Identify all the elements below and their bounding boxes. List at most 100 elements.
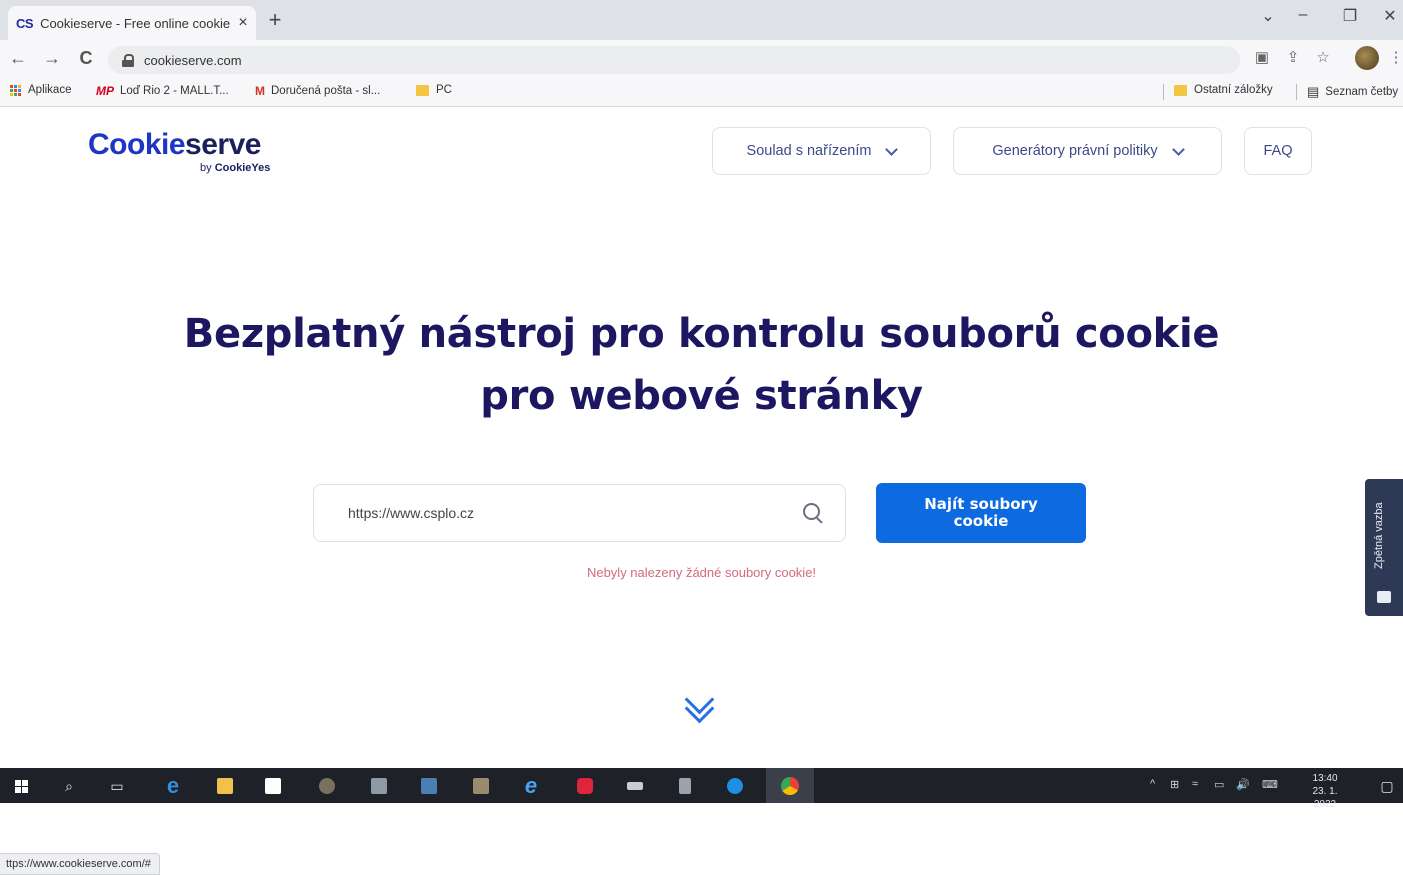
bookmark-other[interactable]: Ostatní záložky: [1174, 84, 1273, 96]
minimize-button[interactable]: –: [1288, 6, 1318, 24]
site-logo[interactable]: Cookieserve by CookieYes: [88, 129, 270, 175]
chrome-taskbar-icon[interactable]: [766, 768, 814, 803]
logo-by: by: [200, 162, 212, 174]
button-line-1: Najít soubory: [924, 495, 1038, 513]
feedback-tab[interactable]: Zpětná vazba: [1365, 479, 1403, 616]
bookmark-separator: [1163, 84, 1164, 100]
button-line-2: cookie: [953, 512, 1009, 530]
app-icon-5[interactable]: [624, 775, 646, 797]
app-icon-2[interactable]: [368, 775, 390, 797]
browser-tab-active[interactable]: CS Cookieserve - Free online cookie ×: [8, 6, 256, 40]
web-page: Cookieserve by CookieYes Soulad s naříze…: [0, 107, 1403, 875]
start-button[interactable]: [10, 775, 32, 797]
tray-battery-icon[interactable]: ▭: [1214, 778, 1224, 791]
url-search-box: [313, 484, 846, 542]
tab-close-icon[interactable]: ×: [230, 14, 256, 32]
notifications-icon[interactable]: ▢: [1376, 775, 1398, 797]
bookmark-label: Ostatní záložky: [1194, 84, 1273, 96]
logo-byline: by CookieYes: [200, 162, 270, 174]
windows-taskbar: ⌕ ▭ e e ^ ⊞ ≈ ▭ 🔊 ⌨ 13:40 23. 1. 2022 ▢: [0, 768, 1403, 810]
nav-compliance-dropdown[interactable]: Soulad s nařízením: [712, 127, 931, 175]
hero-heading: Bezplatný nástroj pro kontrolu souborů c…: [0, 303, 1403, 427]
clock-date: 23. 1. 2022: [1312, 786, 1338, 810]
feedback-icon: [1377, 591, 1391, 603]
feedback-label: Zpětná vazba: [1373, 502, 1385, 570]
bookmark-label: PC: [436, 84, 452, 96]
tray-wifi-icon[interactable]: ≈: [1192, 778, 1198, 790]
app-icon-6[interactable]: [674, 775, 696, 797]
bookmark-gmail[interactable]: M Doručená pošta - sl...: [255, 84, 380, 98]
menu-icon[interactable]: ⋮: [1385, 48, 1403, 66]
nav-policy-generators-dropdown[interactable]: Generátory právní politiky: [953, 127, 1222, 175]
bookmarks-bar: Aplikace MP Loď Rio 2 - MALL.T... M Doru…: [0, 78, 1403, 107]
bookmark-label: Aplikace: [28, 84, 72, 96]
bookmark-label: Loď Rio 2 - MALL.T...: [120, 85, 229, 97]
bookmark-star-icon[interactable]: ☆: [1312, 48, 1334, 66]
tray-overflow-icon[interactable]: ^: [1150, 778, 1155, 790]
address-url: cookieserve.com: [144, 52, 242, 68]
hero-line-1: Bezplatný nástroj pro kontrolu souborů c…: [183, 311, 1220, 357]
file-explorer-icon[interactable]: [214, 775, 236, 797]
bookmark-mall[interactable]: MP Loď Rio 2 - MALL.T...: [96, 84, 229, 98]
share-icon[interactable]: ⇪: [1282, 48, 1304, 66]
skype-icon[interactable]: [724, 775, 746, 797]
app-icon-4[interactable]: [470, 775, 492, 797]
tab-favicon-icon: CS: [16, 15, 34, 31]
scroll-down-chevron-icon[interactable]: [680, 684, 720, 729]
tray-network-icon[interactable]: ⊞: [1170, 778, 1179, 791]
store-icon[interactable]: [262, 775, 284, 797]
gmail-icon: M: [255, 84, 265, 98]
new-tab-button[interactable]: +: [262, 8, 288, 34]
taskbar-clock[interactable]: 13:40 23. 1. 2022: [1300, 772, 1350, 811]
power-app-icon[interactable]: [574, 775, 596, 797]
search-taskbar-icon[interactable]: ⌕: [58, 775, 80, 797]
translate-icon[interactable]: ▣: [1251, 48, 1273, 66]
back-button[interactable]: ←: [6, 48, 30, 69]
tab-search-icon[interactable]: ⌄: [1253, 6, 1283, 26]
internet-explorer-icon[interactable]: e: [520, 773, 542, 798]
windows-logo-icon: [14, 779, 28, 793]
app-icon-1[interactable]: [316, 775, 338, 797]
logo-by-brand: CookieYes: [214, 162, 271, 174]
url-input[interactable]: [346, 504, 801, 522]
folder-icon: [1174, 84, 1187, 96]
bookmark-separator: [1296, 84, 1297, 100]
link-status-bar: ttps://www.cookieserve.com/#: [0, 853, 160, 875]
search-icon[interactable]: [801, 501, 825, 525]
bookmark-label: Doručená pošta - sl...: [271, 85, 381, 97]
logo-wordmark: Cookieserve: [88, 129, 261, 161]
tray-volume-icon[interactable]: 🔊: [1236, 778, 1250, 791]
nav-label: Generátory právní politiky: [992, 143, 1158, 159]
logo-part-a: Cookie: [88, 128, 186, 161]
no-cookies-message: Nebyly nalezeny žádné soubory cookie!: [586, 565, 817, 580]
bookmark-pc[interactable]: PC: [416, 84, 452, 96]
nav-label: Soulad s nařízením: [746, 143, 872, 159]
nav-label: FAQ: [1263, 143, 1293, 159]
bookmark-label: Seznam četby: [1325, 86, 1399, 98]
task-view-icon[interactable]: ▭: [106, 775, 128, 797]
reading-list-icon: ▤: [1307, 84, 1320, 99]
close-window-button[interactable]: ✕: [1375, 6, 1403, 26]
clock-time: 13:40: [1312, 773, 1338, 784]
folder-icon: [416, 84, 429, 96]
chevron-down-icon: [885, 142, 899, 156]
lock-icon: [122, 54, 134, 67]
profile-avatar[interactable]: [1355, 46, 1379, 70]
reload-button[interactable]: C: [74, 48, 98, 69]
edge-legacy-icon[interactable]: e: [162, 773, 184, 798]
hero-line-2: pro webové stránky: [480, 373, 923, 419]
logo-part-b: serve: [185, 128, 261, 161]
bookmark-apps[interactable]: Aplikace: [10, 84, 71, 96]
bookmark-reading-list[interactable]: ▤ Seznam četby: [1307, 84, 1398, 100]
tray-keyboard-icon[interactable]: ⌨: [1262, 778, 1278, 791]
app-icon-3[interactable]: [418, 775, 440, 797]
mp-logo-icon: MP: [96, 84, 114, 98]
browser-tab-strip: CS Cookieserve - Free online cookie × + …: [0, 0, 1403, 40]
nav-faq-link[interactable]: FAQ: [1244, 127, 1312, 175]
restore-button[interactable]: ❐: [1335, 6, 1365, 26]
find-cookies-button[interactable]: Najít soubory cookie: [876, 483, 1086, 543]
address-bar[interactable]: cookieserve.com: [108, 46, 1240, 74]
apps-grid-icon: [10, 84, 21, 96]
chevron-down-icon: [1171, 142, 1185, 156]
forward-button[interactable]: →: [40, 48, 64, 69]
